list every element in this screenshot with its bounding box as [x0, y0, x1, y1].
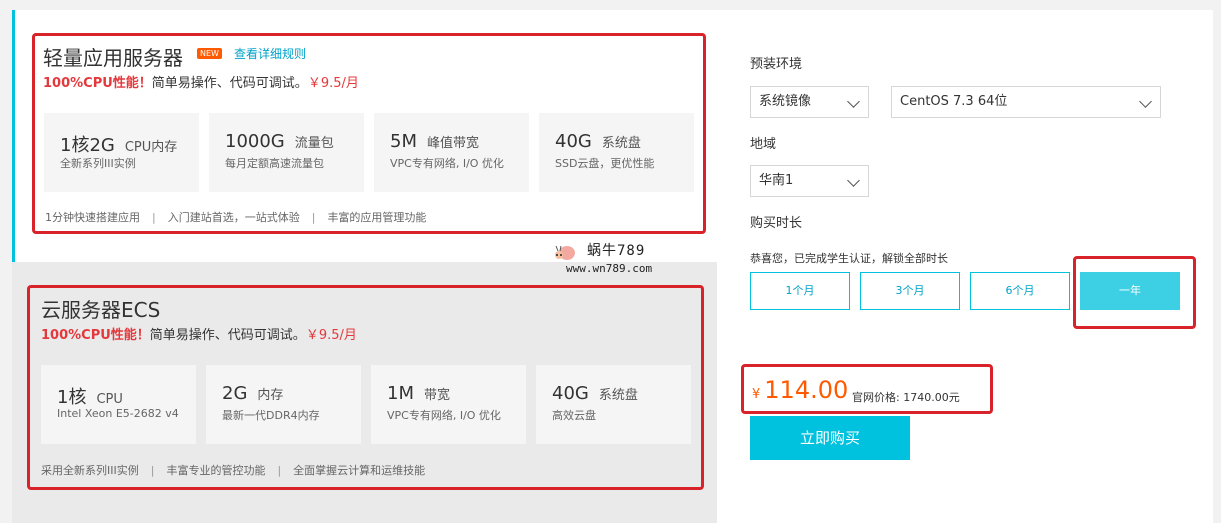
duration-label: 购买时长 — [750, 216, 803, 231]
watermark-url: www.wn789.com — [566, 262, 653, 275]
select-value: 系统镜像 — [759, 94, 812, 109]
buy-now-button[interactable]: 立即购买 — [750, 416, 910, 460]
highlight-box — [32, 33, 706, 234]
chevron-down-icon — [1139, 95, 1152, 108]
region-label: 地域 — [750, 137, 777, 152]
snail-icon — [555, 245, 575, 260]
watermark-text: 蜗牛789 — [587, 243, 646, 259]
duration-1-month[interactable]: 1个月 — [750, 272, 850, 310]
chevron-down-icon — [847, 95, 860, 108]
duration-6-months[interactable]: 6个月 — [970, 272, 1070, 310]
select-value: 华南1 — [759, 173, 794, 188]
duration-3-months[interactable]: 3个月 — [860, 272, 960, 310]
page: 轻量应用服务器 NEW 查看详细规则 100%CPU性能！简单易操作、代码可调试… — [0, 0, 1221, 523]
env-label: 预装环境 — [750, 57, 803, 72]
highlight-box — [1073, 256, 1196, 329]
image-type-select[interactable]: 系统镜像 — [750, 86, 869, 118]
select-value: CentOS 7.3 64位 — [900, 94, 1008, 109]
os-select[interactable]: CentOS 7.3 64位 — [891, 86, 1161, 118]
highlight-box — [27, 285, 704, 490]
student-note: 恭喜您，已完成学生认证，解锁全部时长 — [750, 252, 948, 265]
region-select[interactable]: 华南1 — [750, 165, 869, 197]
chevron-down-icon — [847, 174, 860, 187]
highlight-box — [741, 364, 993, 414]
